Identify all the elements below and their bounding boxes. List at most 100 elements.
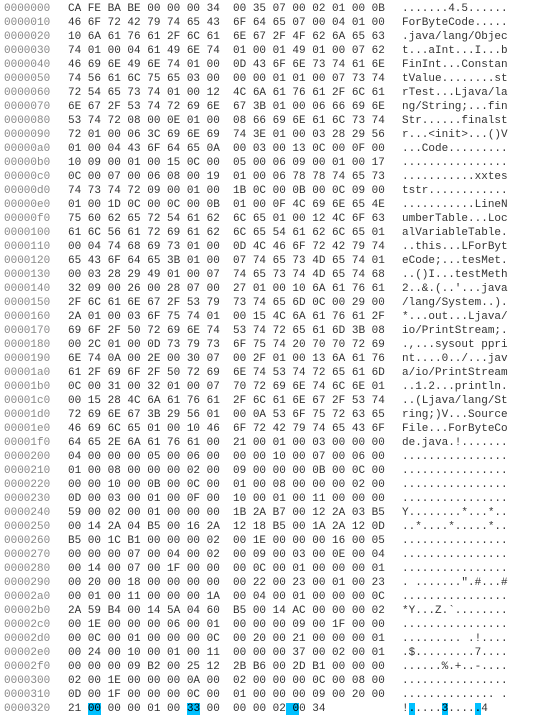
hex-row: 00001c000 15 28 4C 6A 61 76 61 2F 6C 61 …	[4, 394, 550, 408]
ascii-col: !.....3.....4	[392, 702, 488, 716]
hex-row: 000010061 6C 56 61 72 69 61 62 6C 65 54 …	[4, 226, 550, 240]
hex-col: 74 73 74 72 09 00 01 00 1B 0C 00 0B 00 0…	[68, 184, 392, 198]
hex-row: 00001602A 01 00 03 6F 75 74 01 00 15 4C …	[4, 310, 550, 324]
hex-row: 00001a061 2F 69 6F 2F 50 72 69 6E 74 53 …	[4, 366, 550, 380]
offset-col: 0000180	[4, 338, 68, 352]
hex-col: 10 6A 61 76 61 2F 6C 61 6E 67 2F 4F 62 6…	[68, 30, 392, 44]
hex-row: 000003074 01 00 04 61 49 6E 74 01 00 01 …	[4, 44, 550, 58]
ascii-col: *Y...Z.`........	[392, 604, 508, 618]
hex-col: 02 00 1E 00 00 00 0A 00 02 00 00 00 0C 0…	[68, 674, 392, 688]
ascii-col: tstr............	[392, 184, 508, 198]
offset-col: 00000f0	[4, 212, 68, 226]
offset-col: 0000240	[4, 506, 68, 520]
offset-col: 0000090	[4, 128, 68, 142]
ascii-col: eCode;...tesMet.	[392, 254, 508, 268]
hex-col: 04 00 00 00 05 00 06 00 00 00 10 00 07 0…	[68, 450, 392, 464]
hex-col: 01 00 04 43 6F 64 65 0A 00 03 00 13 0C 0…	[68, 142, 392, 156]
hex-col: 00 03 28 29 49 01 00 07 74 65 73 74 4D 6…	[68, 268, 392, 282]
offset-col: 0000280	[4, 562, 68, 576]
offset-col: 00001c0	[4, 394, 68, 408]
hex-col: 00 24 00 10 00 01 00 11 00 00 00 37 00 0…	[68, 646, 392, 660]
hex-row: 00000706E 67 2F 53 74 72 69 6E 67 3B 01 …	[4, 100, 550, 114]
ascii-col: ................	[392, 464, 508, 478]
hex-row: 00001906E 74 0A 00 2E 00 30 07 00 2F 01 …	[4, 352, 550, 366]
offset-col: 0000200	[4, 450, 68, 464]
ascii-col: ................	[392, 590, 508, 604]
offset-col: 00001b0	[4, 380, 68, 394]
ascii-col: ..()I...testMeth	[392, 268, 508, 282]
hex-col: 61 6C 56 61 72 69 61 62 6C 65 54 61 62 6…	[68, 226, 392, 240]
offset-col: 0000060	[4, 86, 68, 100]
hex-row: 00000b010 09 00 01 00 15 0C 00 05 00 06 …	[4, 156, 550, 170]
offset-col: 0000260	[4, 534, 68, 548]
ascii-col: ring;)V...Source	[392, 408, 508, 422]
hex-row: 00003100D 00 1F 00 00 00 0C 00 01 00 00 …	[4, 688, 550, 702]
hex-col: 2F 6C 61 6E 67 2F 53 79 73 74 65 6D 0C 0…	[68, 296, 392, 310]
hex-col: 61 2F 69 6F 2F 50 72 69 6E 74 53 74 72 6…	[68, 366, 392, 380]
offset-col: 0000230	[4, 492, 68, 506]
offset-col: 00001a0	[4, 366, 68, 380]
hex-col: 72 54 65 73 74 01 00 12 4C 6A 61 76 61 2…	[68, 86, 392, 100]
offset-col: 0000270	[4, 548, 68, 562]
offset-col: 0000040	[4, 58, 68, 72]
offset-col: 0000250	[4, 520, 68, 534]
offset-col: 00001e0	[4, 422, 68, 436]
offset-col: 0000100	[4, 226, 68, 240]
hex-row: 000005074 56 61 6C 75 65 03 00 00 00 01 …	[4, 72, 550, 86]
offset-col: 0000160	[4, 310, 68, 324]
offset-col: 0000010	[4, 16, 68, 30]
hex-col: 10 09 00 01 00 15 0C 00 05 00 06 09 00 0…	[68, 156, 392, 170]
ascii-col: /lang/System..).	[392, 296, 508, 310]
hex-col: 00 20 00 18 00 00 00 00 00 22 00 23 00 0…	[68, 576, 392, 590]
ascii-col: ...Code.........	[392, 142, 508, 156]
offset-col: 0000190	[4, 352, 68, 366]
offset-col: 0000030	[4, 44, 68, 58]
ascii-col: ................	[392, 478, 508, 492]
hex-row: 00001502F 6C 61 6E 67 2F 53 79 73 74 65 …	[4, 296, 550, 310]
ascii-col: ...........xxtes	[392, 170, 508, 184]
ascii-col: ................	[392, 562, 508, 576]
ascii-col: ................	[392, 618, 508, 632]
offset-col: 0000050	[4, 72, 68, 86]
offset-col: 00002b0	[4, 604, 68, 618]
offset-col: 00000a0	[4, 142, 68, 156]
hex-row: 00002b02A 59 B4 00 14 5A 04 60 B5 00 14 …	[4, 604, 550, 618]
hex-col: 00 00 00 09 B2 00 25 12 2B B6 00 2D B1 0…	[68, 660, 392, 674]
hex-row: 00002c000 1E 00 00 00 06 00 01 00 00 00 …	[4, 618, 550, 632]
ascii-col: ng/String;...fin	[392, 100, 508, 114]
offset-col: 00002c0	[4, 618, 68, 632]
hex-row: 000024059 00 02 00 01 00 00 00 1B 2A B7 …	[4, 506, 550, 520]
ascii-col: a/io/PrintStream	[392, 366, 508, 380]
hex-col: 2A 59 B4 00 14 5A 04 60 B5 00 14 AC 00 0…	[68, 604, 392, 618]
ascii-col: ................	[392, 548, 508, 562]
hex-col: 0D 00 1F 00 00 00 0C 00 01 00 00 00 09 0…	[68, 688, 392, 702]
hex-col: 0D 00 03 00 01 00 0F 00 10 00 01 00 11 0…	[68, 492, 392, 506]
hex-col: 46 6F 72 42 79 74 65 43 6F 64 65 07 00 0…	[68, 16, 392, 30]
hex-row: 000001046 6F 72 42 79 74 65 43 6F 64 65 …	[4, 16, 550, 30]
offset-col: 0000300	[4, 674, 68, 688]
ascii-col: *...out...Ljava/	[392, 310, 508, 324]
hex-col: 2A 01 00 03 6F 75 74 01 00 15 4C 6A 61 7…	[68, 310, 392, 324]
hex-col: 69 6F 2F 50 72 69 6E 74 53 74 72 65 61 6…	[68, 324, 392, 338]
offset-col: 00002a0	[4, 590, 68, 604]
hex-col: 72 01 00 06 3C 69 6E 69 74 3E 01 00 03 2…	[68, 128, 392, 142]
hex-col: 00 14 00 07 00 1F 00 00 00 0C 00 01 00 0…	[68, 562, 392, 576]
offset-col: 00000c0	[4, 170, 68, 184]
ascii-col: 2..&.(..'...java	[392, 282, 508, 296]
ascii-col: ..this...LForByt	[392, 240, 508, 254]
hex-col: 00 2C 01 00 0D 73 79 73 6F 75 74 20 70 7…	[68, 338, 392, 352]
hex-col: 00 00 00 07 00 04 00 02 00 09 00 03 00 0…	[68, 548, 392, 562]
offset-col: 00000e0	[4, 198, 68, 212]
hex-row: 00002d000 0C 00 01 00 00 00 0C 00 20 00 …	[4, 632, 550, 646]
ascii-col: ................	[392, 156, 508, 170]
hex-col: 00 1E 00 00 00 06 00 01 00 00 00 09 00 1…	[68, 618, 392, 632]
offset-col: 00002e0	[4, 646, 68, 660]
hex-col: 65 43 6F 64 65 3B 01 00 07 74 65 73 4D 6…	[68, 254, 392, 268]
hex-col: 53 74 72 08 00 0E 01 00 08 66 69 6E 61 6…	[68, 114, 392, 128]
hex-col: 72 69 6E 67 3B 29 56 01 00 0A 53 6F 75 7…	[68, 408, 392, 422]
offset-col: 0000320	[4, 702, 68, 716]
ascii-col: ..*....*.....*..	[392, 520, 508, 534]
offset-col: 0000220	[4, 478, 68, 492]
ascii-col: .............. .	[392, 688, 508, 702]
hex-row: 00001e046 69 6C 65 01 00 10 46 6F 72 42 …	[4, 422, 550, 436]
